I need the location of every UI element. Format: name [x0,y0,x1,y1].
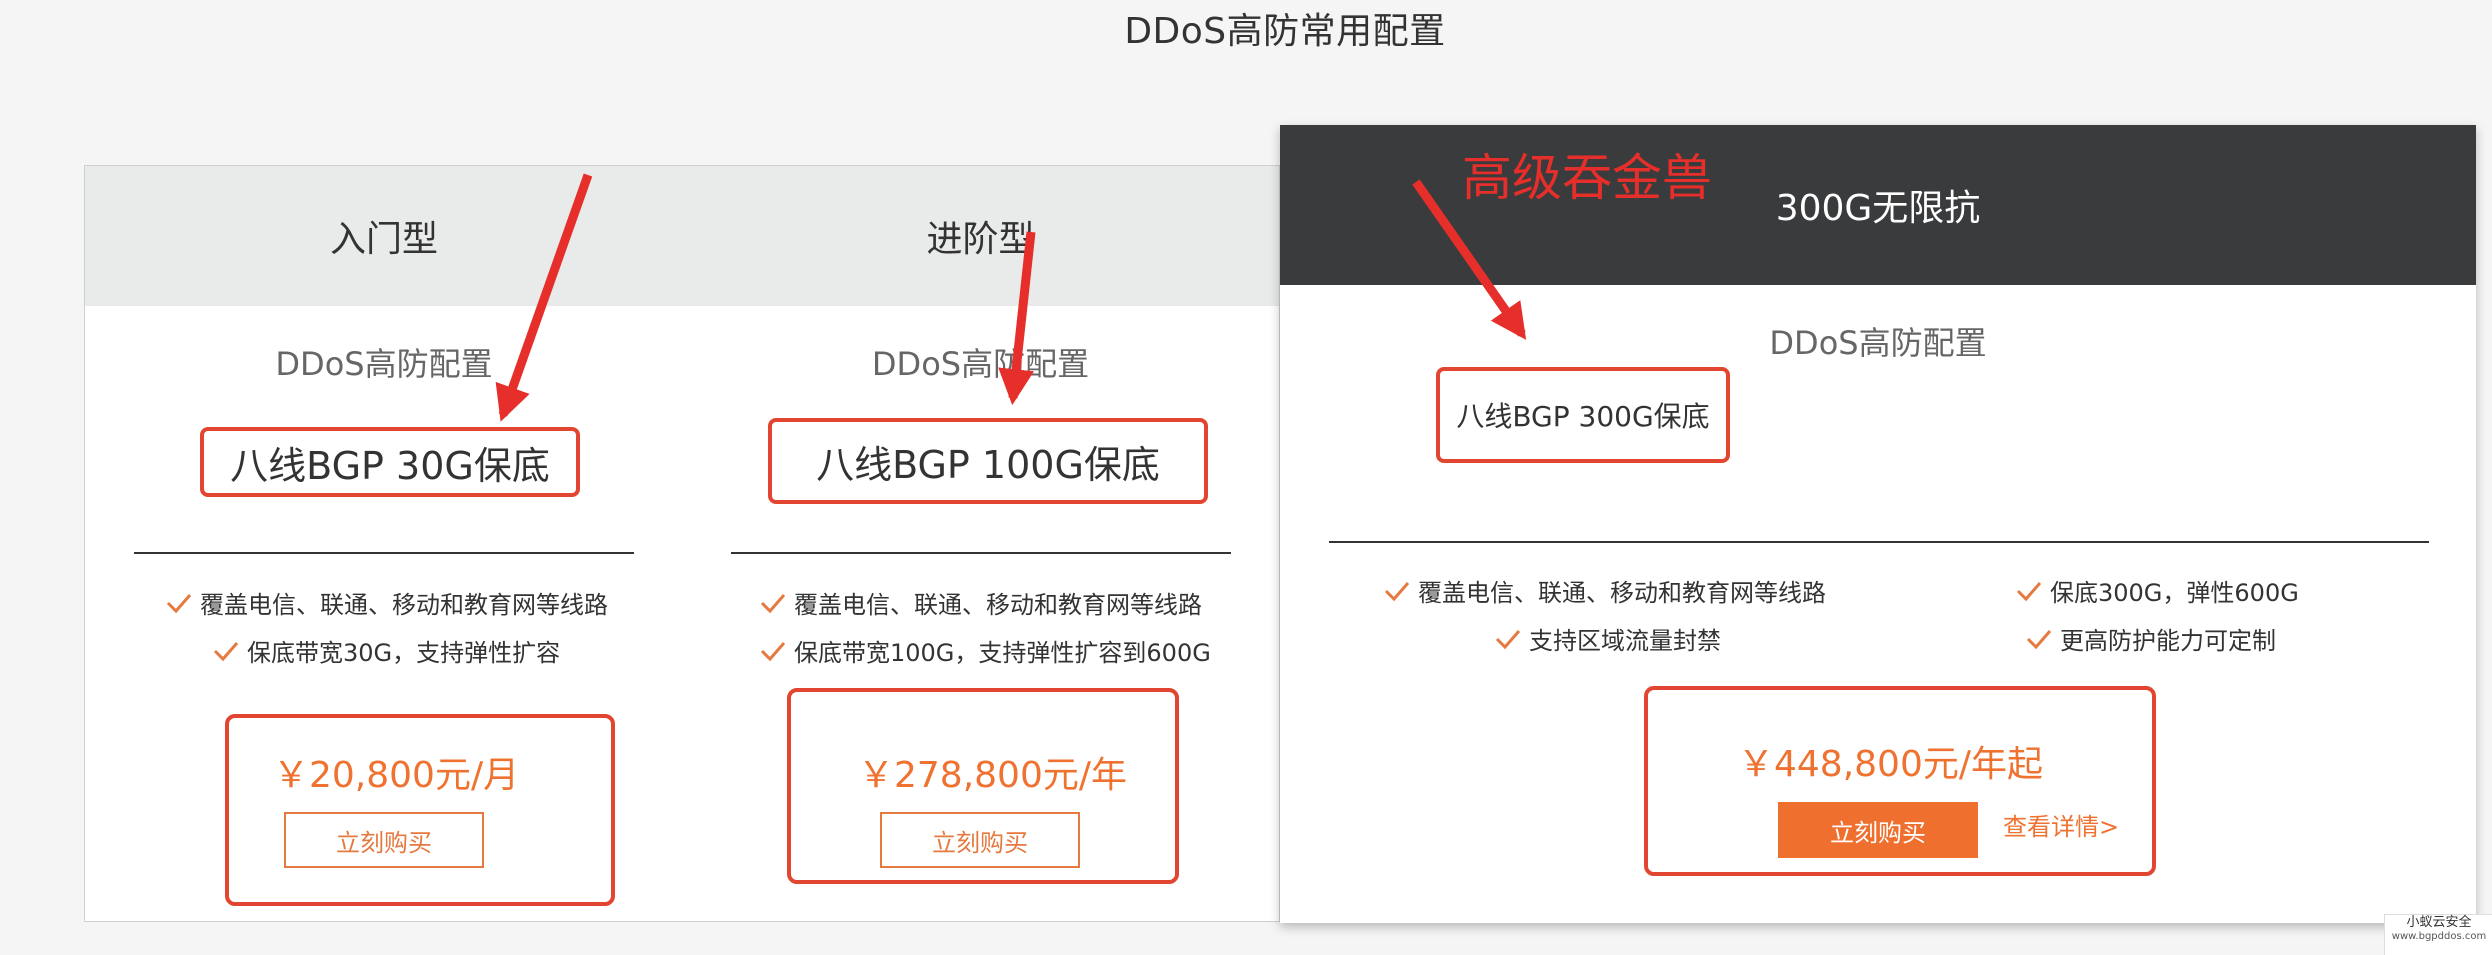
check-icon [2016,581,2042,601]
divider [731,552,1231,554]
buy-button[interactable]: 立刻购买 [1778,802,1978,858]
spec-highlight-box: 八线BGP 30G保底 [200,427,580,497]
plan-header: 300G无限抗 [1280,125,2476,285]
plan-card-advanced: 进阶型 DDoS高防配置 八线BGP 100G保底 覆盖电信、联通、移动和教育网… [682,165,1280,922]
price-highlight-box [225,714,615,906]
divider [134,552,634,554]
plan-price: ￥278,800元/年 [858,755,1127,796]
check-icon [760,641,786,661]
plan-header: 入门型 [85,166,683,306]
check-icon [166,593,192,613]
plan-header: 进阶型 [682,166,1279,306]
feature-item: 覆盖电信、联通、移动和教育网等线路 [1384,573,1826,608]
spec-highlight-box: 八线BGP 300G保底 [1436,367,1730,463]
plan-price: ￥448,800元/年起 [1738,744,2043,785]
check-icon [760,593,786,613]
plan-spec: 八线BGP 300G保底 [1456,400,1710,433]
plan-subtitle: DDoS高防配置 [1769,324,1987,362]
check-icon [213,641,239,661]
spec-highlight-box: 八线BGP 100G保底 [768,418,1208,504]
page-title: DDoS高防常用配置 [1124,11,1446,52]
plan-subtitle: DDoS高防配置 [275,345,493,383]
check-icon [2026,629,2052,649]
watermark: 小蚁云安全 www.bgpddos.com [2384,914,2492,955]
feature-item: 保底带宽100G，支持弹性扩容到600G [760,633,1211,668]
plan-card-premium: 300G无限抗 DDoS高防配置 八线BGP 300G保底 覆盖电信、联通、移动… [1280,125,2476,923]
plan-price: ￥20,800元/月 [273,755,520,796]
view-details-link[interactable]: 查看详情> [2003,807,2119,842]
plan-spec: 八线BGP 30G保底 [230,443,550,488]
buy-button[interactable]: 立刻购买 [284,812,484,868]
feature-item: 保底300G，弹性600G [2016,573,2299,608]
check-icon [1384,581,1410,601]
plan-spec: 八线BGP 100G保底 [816,442,1160,487]
feature-item: 支持区域流量封禁 [1495,621,1721,656]
divider [1329,541,2429,543]
plan-subtitle: DDoS高防配置 [871,345,1090,383]
feature-item: 覆盖电信、联通、移动和教育网等线路 [166,585,608,620]
feature-item: 更高防护能力可定制 [2026,621,2276,656]
feature-item: 保底带宽30G，支持弹性扩容 [213,633,560,668]
buy-button[interactable]: 立刻购买 [880,812,1080,868]
plan-card-basic: 入门型 DDoS高防配置 八线BGP 30G保底 覆盖电信、联通、移动和教育网等… [84,165,684,922]
feature-item: 覆盖电信、联通、移动和教育网等线路 [760,585,1202,620]
check-icon [1495,629,1521,649]
annotation-label: 高级吞金兽 [1462,149,1712,207]
